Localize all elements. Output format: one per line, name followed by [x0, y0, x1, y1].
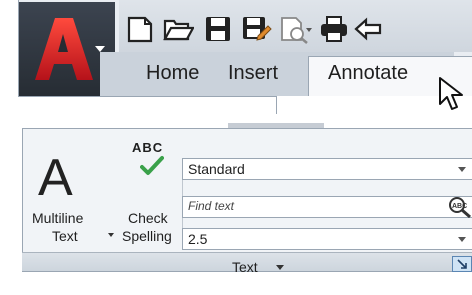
tab-insert[interactable]: Insert — [228, 58, 278, 88]
text-height-value: 2.5 — [188, 231, 208, 247]
chevron-down-icon[interactable] — [458, 167, 466, 172]
check-spelling-label-line2[interactable]: Spelling — [122, 228, 172, 244]
save-icon[interactable] — [202, 14, 234, 44]
print-icon[interactable] — [318, 14, 350, 44]
find-replace-icon[interactable]: ABC — [448, 196, 472, 218]
chevron-down-icon[interactable] — [276, 265, 284, 270]
autocad-a-icon — [35, 18, 93, 80]
open-folder-icon[interactable] — [162, 14, 194, 44]
text-style-value: Standard — [188, 161, 245, 177]
checkmark-icon[interactable] — [140, 155, 164, 177]
find-text-placeholder: Find text — [188, 199, 235, 213]
multiline-text-icon[interactable]: A — [38, 152, 73, 204]
tab-annotate-label: Annotate — [328, 62, 409, 84]
undo-icon[interactable] — [352, 14, 384, 44]
mouse-cursor-icon — [439, 77, 463, 110]
tab-home[interactable]: Home — [146, 58, 199, 88]
svg-text:ABC: ABC — [452, 203, 467, 210]
text-height-select[interactable] — [182, 228, 472, 250]
dialog-launcher-button[interactable] — [452, 256, 472, 272]
multiline-text-label-line1[interactable]: Multiline — [32, 210, 83, 226]
chevron-down-icon[interactable] — [458, 237, 466, 242]
chevron-down-icon[interactable] — [306, 28, 312, 32]
new-document-icon[interactable] — [124, 14, 156, 44]
panel-title[interactable]: Text — [232, 259, 258, 275]
save-as-icon[interactable] — [240, 14, 272, 44]
spell-check-icon-text[interactable]: ABC — [132, 140, 163, 155]
multiline-text-label-line2[interactable]: Text — [52, 228, 78, 244]
arrow-diagonal-icon — [457, 259, 467, 269]
chevron-down-icon[interactable] — [108, 233, 114, 237]
check-spelling-label-line1[interactable]: Check — [128, 210, 168, 226]
